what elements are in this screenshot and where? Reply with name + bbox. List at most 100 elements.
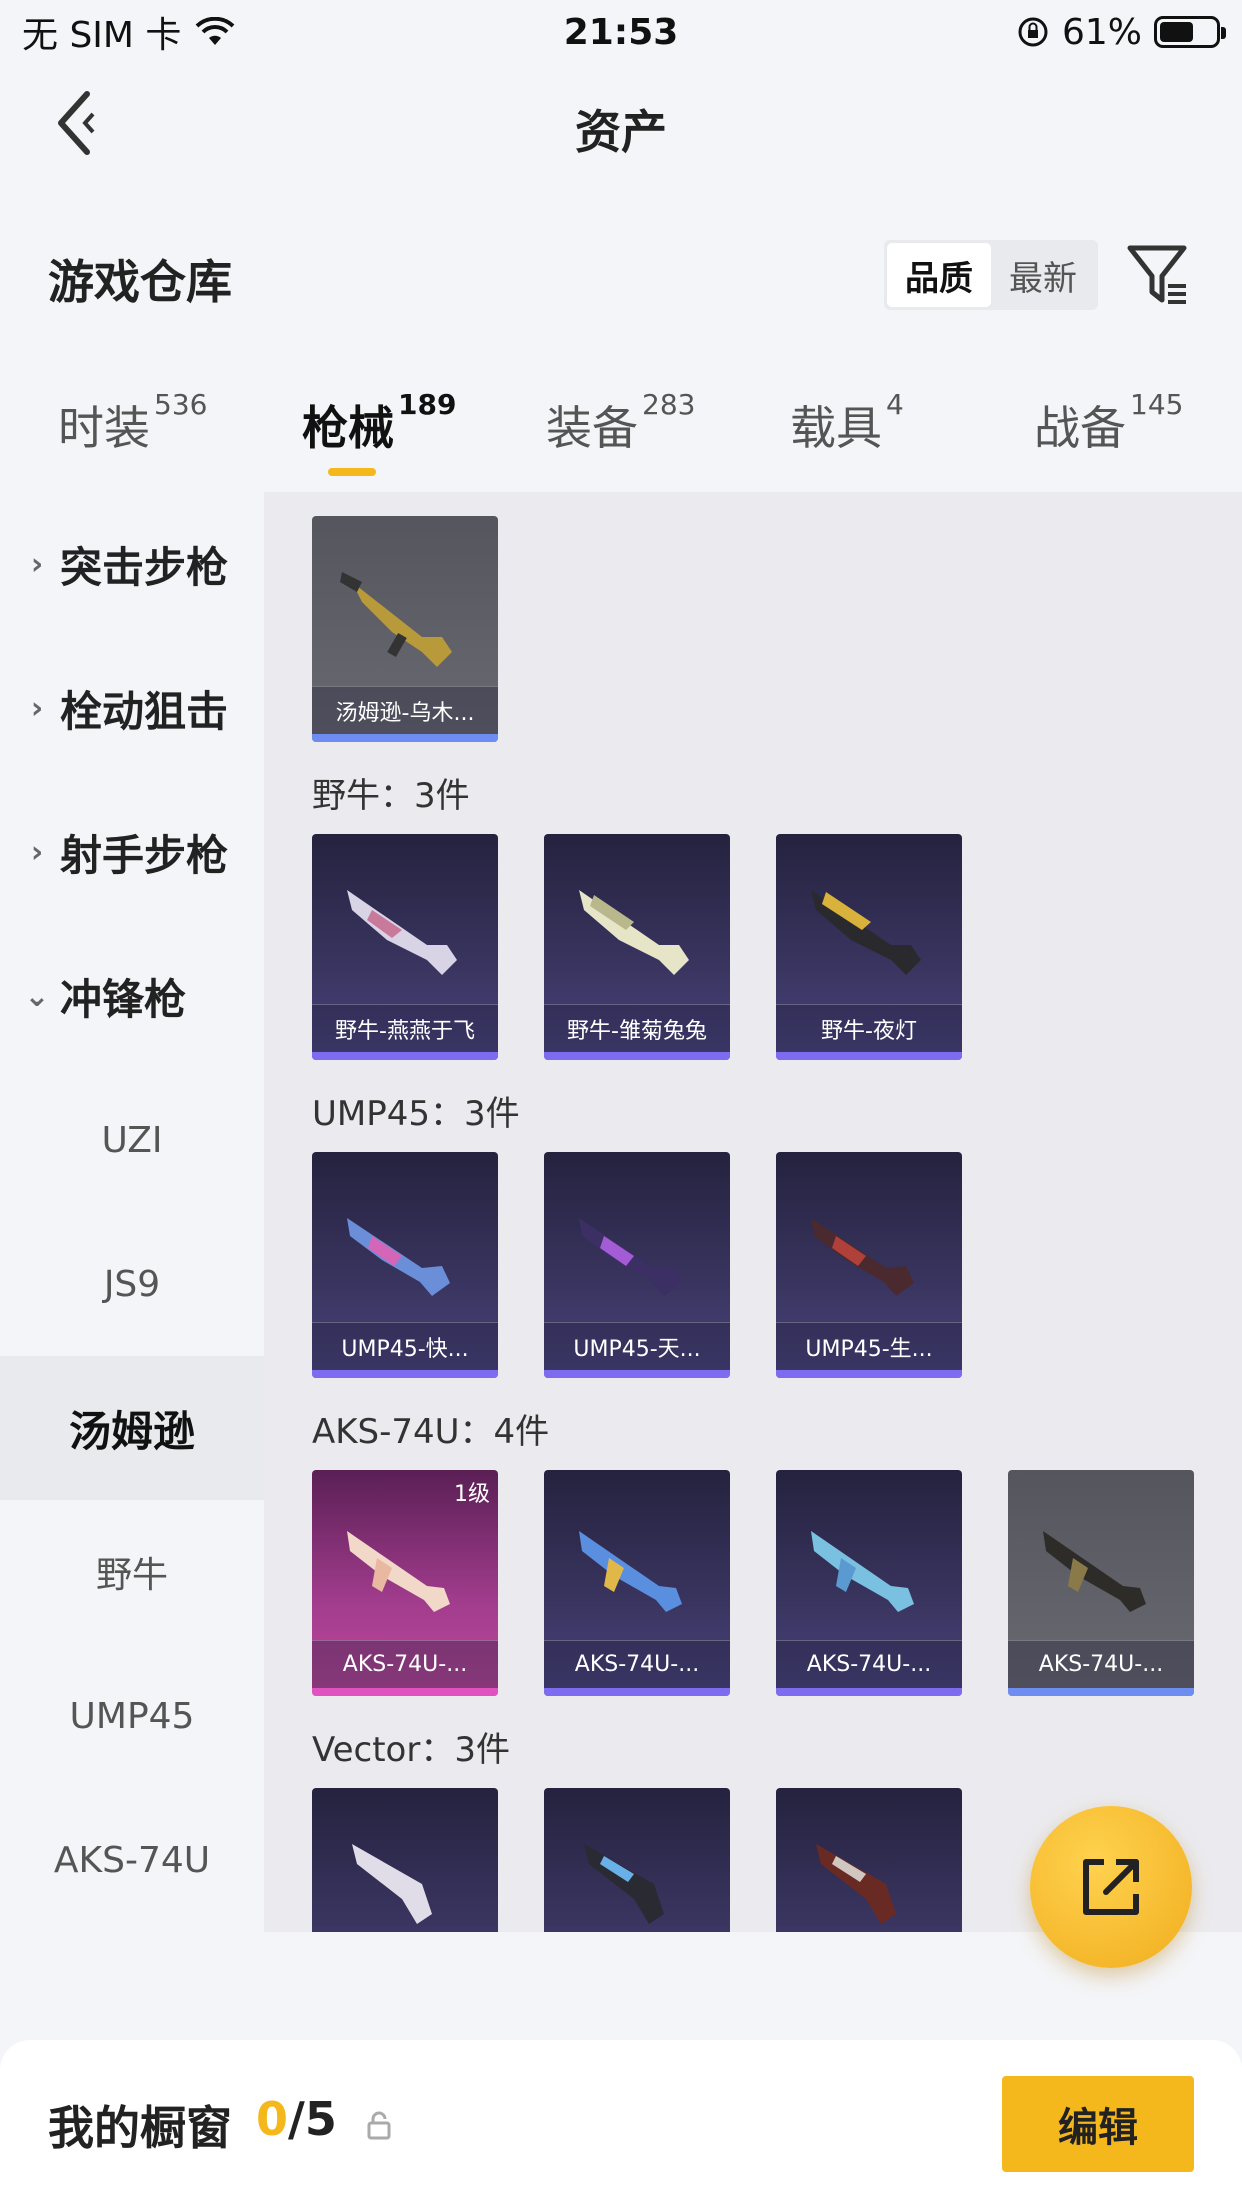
item-card[interactable]: AKS-74U-... — [1008, 1470, 1194, 1696]
item-card[interactable]: UMP45-天... — [544, 1152, 730, 1378]
item-name: UMP45-天... — [544, 1322, 730, 1370]
rarity-bar — [776, 1052, 962, 1060]
share-icon — [1083, 1859, 1139, 1915]
battery-icon — [1154, 16, 1226, 48]
tab-label: 装备 — [546, 401, 638, 455]
item-grid: 汤姆逊-乌木... 野牛：3件 野牛-燕燕于飞 野牛-雏菊兔兔 野牛-夜灯 UM… — [264, 492, 1242, 1932]
tab-fashion[interactable]: 时装 536 — [58, 388, 207, 458]
rifle-icon — [1043, 1531, 1146, 1612]
tab-count: 536 — [154, 388, 208, 421]
tab-weapons[interactable]: 枪械 189 — [302, 388, 456, 458]
item-card[interactable]: 野牛-夜灯 — [776, 834, 962, 1060]
category-sidebar: › 突击步枪 › 栓动狙击 › 射手步枪 ⌄ 冲锋枪 UZI JS9 汤姆逊 野… — [0, 492, 264, 1932]
page-title: 资产 — [575, 105, 667, 159]
item-card[interactable] — [776, 1788, 962, 1932]
sidebar-subitem-js9[interactable]: JS9 — [0, 1212, 264, 1356]
rifle-icon — [347, 1531, 450, 1612]
section-label: Vector：3件 — [312, 1730, 510, 1770]
tab-vehicles[interactable]: 载具 4 — [790, 388, 904, 458]
rifle-icon — [579, 1531, 682, 1612]
tab-equipment[interactable]: 装备 283 — [546, 388, 695, 458]
item-card[interactable] — [312, 1788, 498, 1932]
showcase-current: 0 — [256, 2092, 289, 2146]
smg-icon — [347, 890, 457, 975]
item-name: AKS-74U-... — [1008, 1640, 1194, 1688]
smg-icon — [811, 890, 921, 975]
rarity-bar — [776, 1688, 962, 1696]
sort-quality-button[interactable]: 品质 — [887, 243, 991, 307]
lock-icon — [367, 2111, 391, 2140]
sidebar-item-marksman-rifle[interactable]: › 射手步枪 — [0, 780, 264, 924]
item-card[interactable]: UMP45-生... — [776, 1152, 962, 1378]
sidebar-subitem-ump45[interactable]: UMP45 — [0, 1644, 264, 1788]
sidebar-subitem-thompson[interactable]: 汤姆逊 — [0, 1356, 264, 1500]
tab-label: 时装 — [58, 401, 150, 455]
carrier-text: 无 SIM 卡 — [22, 15, 182, 56]
sidebar-item-label: 栓动狙击 — [60, 686, 229, 736]
sidebar-subitem-bizon[interactable]: 野牛 — [0, 1500, 264, 1644]
status-bar: 无 SIM 卡 21:53 61% — [0, 0, 1242, 64]
sidebar-item-label: 突击步枪 — [60, 542, 229, 592]
sidebar-item-label: 射手步枪 — [60, 830, 229, 880]
tab-label: 载具 — [790, 401, 882, 455]
item-card[interactable]: 汤姆逊-乌木... — [312, 516, 498, 742]
sidebar-item-label: 冲锋枪 — [60, 974, 187, 1024]
smg-icon — [340, 572, 452, 667]
rarity-bar — [312, 1370, 498, 1378]
edit-button[interactable]: 编辑 — [1002, 2076, 1194, 2172]
tab-label: 枪械 — [302, 401, 394, 455]
item-card[interactable]: 野牛-燕燕于飞 — [312, 834, 498, 1060]
rarity-bar — [544, 1688, 730, 1696]
item-name: 野牛-燕燕于飞 — [312, 1004, 498, 1052]
sidebar-subitem-aks74u[interactable]: AKS-74U — [0, 1788, 264, 1932]
item-name: 汤姆逊-乌木... — [312, 686, 498, 734]
smg-icon — [347, 1218, 450, 1296]
active-tab-indicator — [328, 468, 376, 476]
rarity-bar — [312, 1688, 498, 1696]
filter-icon — [1127, 245, 1187, 304]
item-name: UMP45-快... — [312, 1322, 498, 1370]
item-name: 野牛-雏菊兔兔 — [544, 1004, 730, 1052]
item-card[interactable]: UMP45-快... — [312, 1152, 498, 1378]
item-card[interactable]: 野牛-雏菊兔兔 — [544, 834, 730, 1060]
showcase-title: 我的橱窗 — [48, 2101, 232, 2155]
item-name: AKS-74U-... — [776, 1640, 962, 1688]
filter-button[interactable] — [1124, 240, 1194, 310]
item-name: 野牛-夜灯 — [776, 1004, 962, 1052]
chevron-right-icon: › — [30, 690, 44, 726]
item-card[interactable]: AKS-74U-... — [776, 1470, 962, 1696]
showcase-bar: 我的橱窗 0/5 编辑 — [0, 2040, 1242, 2208]
item-card[interactable]: 1级 AKS-74U-... — [312, 1470, 498, 1696]
showcase-max: 5 — [304, 2092, 337, 2146]
showcase-count: 0/5 — [256, 2092, 337, 2146]
sort-toggle: 品质 最新 — [884, 240, 1098, 310]
item-card[interactable]: AKS-74U-... — [544, 1470, 730, 1696]
rarity-bar — [312, 734, 498, 742]
rarity-bar — [776, 1370, 962, 1378]
item-name: AKS-74U-... — [544, 1640, 730, 1688]
chevron-right-icon: › — [30, 546, 44, 582]
sidebar-item-assault-rifle[interactable]: › 突击步枪 — [0, 492, 264, 636]
wifi-icon — [196, 17, 235, 45]
rarity-bar — [544, 1052, 730, 1060]
sort-newest-button[interactable]: 最新 — [991, 243, 1095, 307]
rotation-lock-icon — [1018, 17, 1048, 47]
tab-supplies[interactable]: 战备 145 — [1034, 388, 1183, 458]
battery-level — [1160, 22, 1193, 42]
tab-count: 189 — [398, 388, 457, 421]
section-label: AKS-74U：4件 — [312, 1412, 550, 1452]
smg-icon — [579, 890, 689, 975]
smg-icon — [579, 1218, 682, 1296]
rarity-bar — [312, 1052, 498, 1060]
item-card[interactable] — [544, 1788, 730, 1932]
tab-count: 4 — [886, 388, 904, 421]
sidebar-subitem-uzi[interactable]: UZI — [0, 1068, 264, 1212]
smg-icon — [352, 1844, 432, 1924]
share-button[interactable] — [1030, 1806, 1192, 1968]
battery-percent: 61% — [1061, 11, 1142, 53]
sidebar-item-bolt-sniper[interactable]: › 栓动狙击 — [0, 636, 264, 780]
chevron-down-icon: ⌄ — [24, 978, 50, 1014]
sidebar-item-smg[interactable]: ⌄ 冲锋枪 — [0, 924, 264, 1068]
showcase-separator: / — [288, 2092, 305, 2146]
section-label: 野牛：3件 — [312, 776, 470, 816]
